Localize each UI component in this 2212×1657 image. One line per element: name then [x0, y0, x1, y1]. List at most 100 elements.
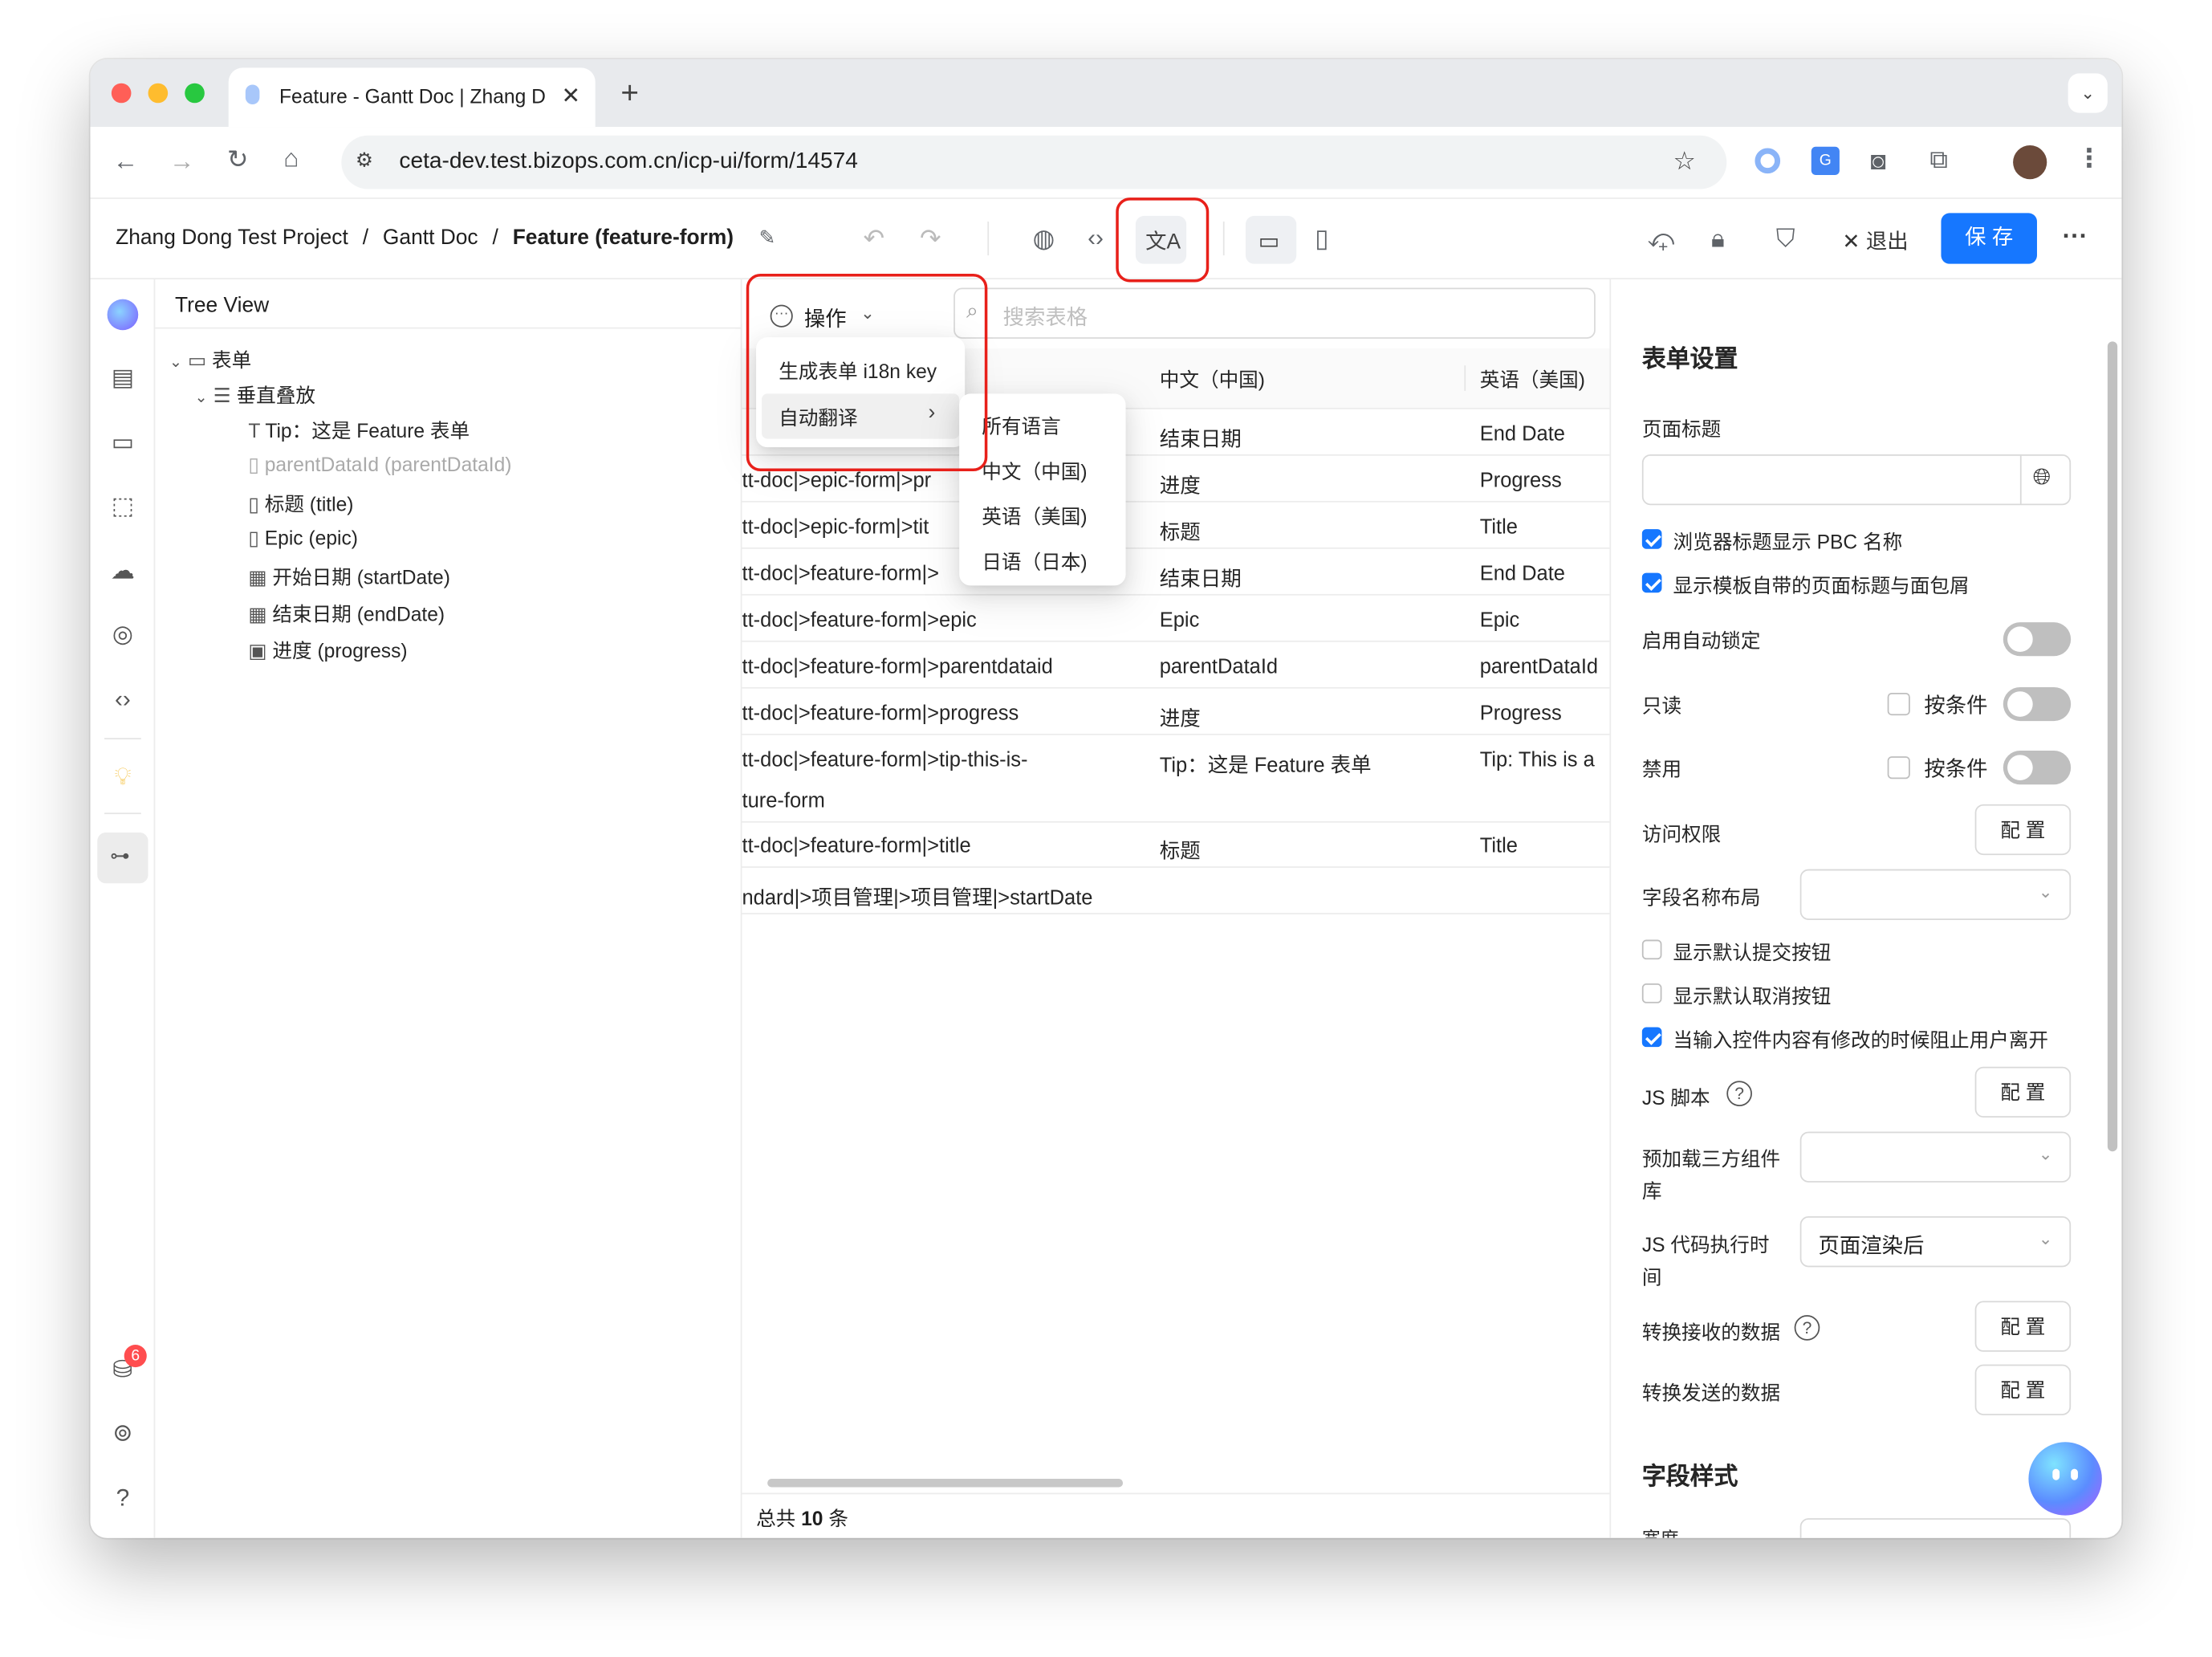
redo-icon[interactable]: ↷	[920, 226, 941, 251]
transform-receive-config-button[interactable]: 配 置	[1974, 1301, 2072, 1352]
code-icon[interactable]: ‹›	[1088, 226, 1104, 250]
tree-title: Tree View	[174, 293, 270, 318]
tree-item[interactable]: ▯ parentDataId (parentDataId)	[248, 453, 511, 477]
browser-menu-icon[interactable]: ⋮	[2076, 145, 2102, 171]
breadcrumb-label: 显示模板自带的页面标题与面包屑	[1673, 574, 1970, 597]
tree-item[interactable]: ▯ Epic (epic)	[248, 527, 358, 551]
tree-item[interactable]: ⌄ ▭ 表单	[169, 346, 251, 374]
submenu-item-en-us[interactable]: 英语（美国)	[982, 503, 1087, 531]
chevron-down-icon: ⌄	[2038, 1228, 2053, 1249]
camera-icon[interactable]: ◙	[1871, 149, 1886, 174]
width-select[interactable]	[1799, 1518, 2072, 1538]
access-config-button[interactable]: 配 置	[1974, 804, 2072, 856]
code-icon[interactable]: ‹›	[108, 684, 139, 715]
maximize-window-icon[interactable]	[185, 83, 205, 104]
breadcrumb-current: Feature (feature-form)	[512, 226, 734, 250]
mobile-view-icon[interactable]: ▯	[1315, 226, 1328, 251]
bookmark-star-icon[interactable]: ☆	[1673, 147, 1696, 177]
vertical-scrollbar[interactable]	[2107, 341, 2118, 1152]
site-info-icon[interactable]: ⚙	[356, 149, 373, 173]
floating-assistant-button[interactable]	[2028, 1442, 2102, 1516]
select-area-icon[interactable]: ⬚	[108, 491, 139, 523]
horizontal-scrollbar[interactable]	[767, 1478, 1124, 1488]
extension-circle-icon[interactable]	[1755, 148, 1781, 174]
cloud-icon[interactable]: ☁	[108, 556, 139, 587]
url-bar[interactable]: ⚙ ceta-dev.test.bizops.com.cn/icp-ui/for…	[341, 135, 1727, 189]
breadcrumb-doc[interactable]: Gantt Doc	[383, 226, 478, 250]
cancel-button-checkbox[interactable]	[1641, 983, 1662, 1004]
column-header-en[interactable]: 英语（美国)	[1480, 365, 1585, 393]
row-en: End Date	[1479, 563, 1566, 586]
lightbulb-icon[interactable]: 💡︎	[108, 762, 139, 793]
new-tab-icon[interactable]: +	[620, 75, 639, 112]
transform-send-config-button[interactable]: 配 置	[1974, 1364, 2072, 1415]
extensions-puzzle-icon[interactable]: ⧉	[1929, 147, 1948, 173]
js-exec-select[interactable]: 页面渲染后 ⌄	[1799, 1216, 2072, 1268]
globe-icon[interactable]: 🌐︎	[2033, 466, 2051, 491]
field-layout-select[interactable]: ⌄	[1799, 869, 2072, 920]
back-icon[interactable]: ←	[113, 149, 139, 174]
browser-tab[interactable]: Feature - Gantt Doc | Zhang D ✕	[228, 67, 596, 128]
width-label: 宽度	[1642, 1524, 1679, 1537]
submenu-item-all-languages[interactable]: 所有语言	[982, 412, 1060, 440]
help-icon[interactable]: ?	[1794, 1315, 1820, 1341]
submit-button-checkbox[interactable]	[1641, 939, 1662, 960]
home-icon[interactable]: ⌂	[283, 145, 299, 171]
desktop-view-button[interactable]: ▭	[1245, 215, 1297, 264]
edit-pencil-icon[interactable]: ✎	[759, 227, 776, 247]
disabled-condition-checkbox[interactable]	[1887, 756, 1910, 780]
shield-icon[interactable]: ⛉	[1776, 226, 1795, 251]
tree-item[interactable]: ▦ 结束日期 (endDate)	[248, 600, 445, 628]
tree-item[interactable]: ▦ 开始日期 (startDate)	[248, 563, 450, 591]
url-text[interactable]: ceta-dev.test.bizops.com.cn/icp-ui/form/…	[399, 149, 858, 175]
translate-extension-icon[interactable]: G	[1811, 146, 1840, 175]
tree-item[interactable]: T Tip：这是 Feature 表单	[248, 416, 470, 444]
tree-item[interactable]: ⌄ ☰ 垂直叠放	[195, 381, 315, 409]
exit-button[interactable]: ✕ 退出	[1842, 226, 1908, 255]
readonly-toggle[interactable]	[2003, 686, 2072, 722]
save-button[interactable]: 保 存	[1941, 213, 2037, 264]
divider	[1222, 221, 1225, 256]
close-tab-icon[interactable]: ✕	[562, 82, 581, 110]
help-icon[interactable]: ?	[1726, 1081, 1752, 1106]
search-placeholder: 搜索表格	[1002, 306, 1088, 331]
assistant-avatar-icon[interactable]	[107, 299, 139, 331]
tree-item[interactable]: ▣ 进度 (progress)	[248, 637, 407, 665]
toolbox-icon[interactable]: ▤	[108, 363, 139, 394]
merge-icon[interactable]: ⤽	[1648, 226, 1675, 251]
close-window-icon[interactable]	[111, 83, 132, 104]
help-icon[interactable]: ?	[108, 1483, 139, 1514]
folder-icon[interactable]: ▭	[108, 428, 139, 459]
theme-palette-icon[interactable]: ◍	[1033, 226, 1055, 251]
search-check-icon[interactable]: ⊚	[108, 1418, 139, 1449]
page-title-input[interactable]: 🌐︎	[1641, 454, 2072, 506]
js-script-config-button[interactable]: 配 置	[1974, 1066, 2072, 1118]
submenu-item-zh-cn[interactable]: 中文（中国)	[982, 457, 1087, 485]
divider	[742, 733, 1610, 735]
more-icon[interactable]: ···	[2063, 223, 2088, 249]
minimize-window-icon[interactable]	[148, 83, 169, 104]
breadcrumb-checkbox[interactable]	[1641, 572, 1662, 593]
breadcrumb-project[interactable]: Zhang Dong Test Project	[116, 226, 348, 250]
submenu-item-ja-jp[interactable]: 日语（日本)	[982, 548, 1087, 576]
tree-view-button[interactable]: ⊶	[97, 832, 148, 884]
lock-icon[interactable]: 🔒︎	[1711, 226, 1725, 251]
undo-icon[interactable]: ↶	[864, 226, 885, 251]
auto-lock-toggle[interactable]	[2003, 622, 2072, 657]
row-key-continued: ture-form	[742, 790, 825, 813]
preload-select[interactable]: ⌄	[1799, 1131, 2072, 1183]
tree-item[interactable]: ▯ 标题 (title)	[248, 490, 353, 518]
prevent-leave-checkbox[interactable]	[1641, 1027, 1662, 1048]
reload-icon[interactable]: ↻	[227, 147, 249, 173]
forward-icon[interactable]: →	[169, 149, 195, 174]
tab-search-icon[interactable]: ⌄	[2068, 73, 2108, 113]
disabled-toggle[interactable]	[2003, 751, 2072, 785]
readonly-condition-checkbox[interactable]	[1887, 692, 1910, 716]
hidden-eye-icon[interactable]: ◎	[108, 620, 139, 651]
row-key: tt-doc|>feature-form|>progress	[742, 702, 1019, 726]
profile-avatar[interactable]	[2013, 145, 2047, 180]
pbc-name-checkbox[interactable]	[1641, 529, 1662, 549]
search-input[interactable]: ⌕ 搜索表格	[954, 287, 1596, 339]
divider	[742, 820, 1610, 823]
column-header-zh[interactable]: 中文（中国)	[1160, 365, 1265, 393]
